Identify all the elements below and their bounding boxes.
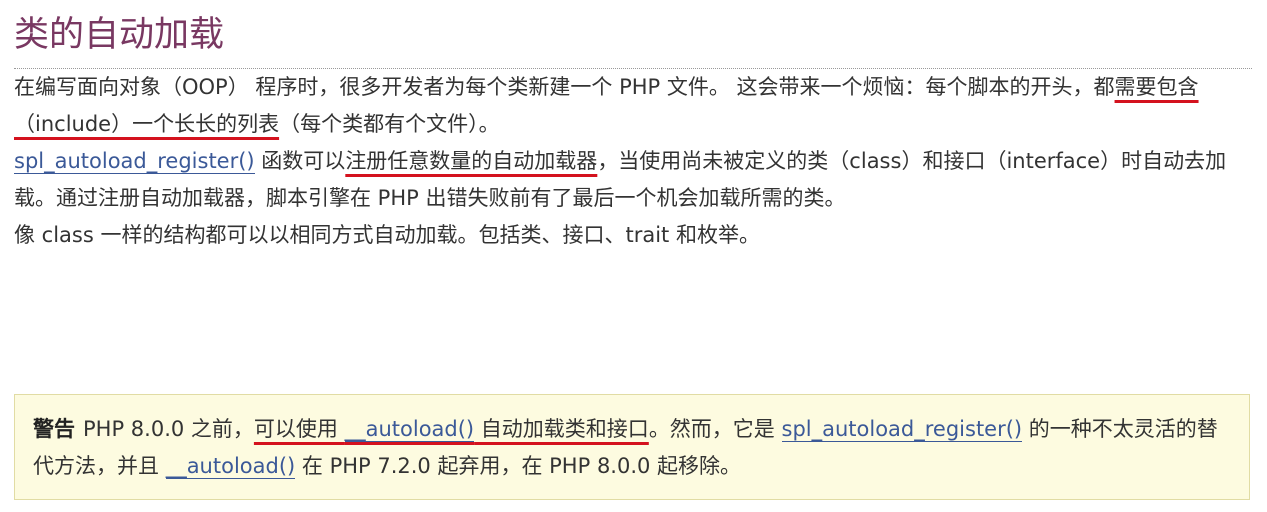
spl-autoload-register-link[interactable]: spl_autoload_register() [14,149,255,174]
register-text: 函数可以 [254,149,346,173]
warning-label: 警告 [33,417,75,441]
underlined-autoload-text: 可以使用 __autoload() 自动加载类和接口 [254,417,649,442]
warning-underlined-end: 自动加载类和接口 [474,417,649,441]
page-content: 类的自动加载 在编写面向对象（OOP） 程序时，很多开发者为每个类新建一个 PH… [14,0,1252,500]
warning-underlined-start: 可以使用 [253,417,345,441]
paragraph-intro: 在编写面向对象（OOP） 程序时，很多开发者为每个类新建一个 PHP 文件。 这… [14,69,1252,143]
underlined-register-text: 注册任意数量的自动加载器 [345,149,598,173]
warning-text-4: 在 PHP 7.2.0 起弃用，在 PHP 8.0.0 起移除。 [295,454,742,478]
autoload-link-2[interactable]: __autoload() [165,454,296,479]
intro-text-end: （每个类都有个文件）。 [279,112,500,136]
spl-autoload-register-link-2[interactable]: spl_autoload_register() [781,417,1023,442]
intro-text: 在编写面向对象（OOP） 程序时，很多开发者为每个类新建一个 PHP 文件。 这… [14,75,1115,99]
autoload-link[interactable]: __autoload() [344,417,475,442]
warning-box: 警告 PHP 8.0.0 之前，可以使用 __autoload() 自动加载类和接… [14,394,1250,500]
page-title: 类的自动加载 [14,15,225,55]
paragraph-structures: 像 class 一样的结构都可以以相同方式自动加载。包括类、接口、trait 和… [14,223,760,247]
paragraph-register: spl_autoload_register() 函数可以注册任意数量的自动加载器… [14,143,1252,217]
warning-text-2: 。然而，它是 [648,417,782,441]
warning-text: PHP 8.0.0 之前， [83,417,254,441]
